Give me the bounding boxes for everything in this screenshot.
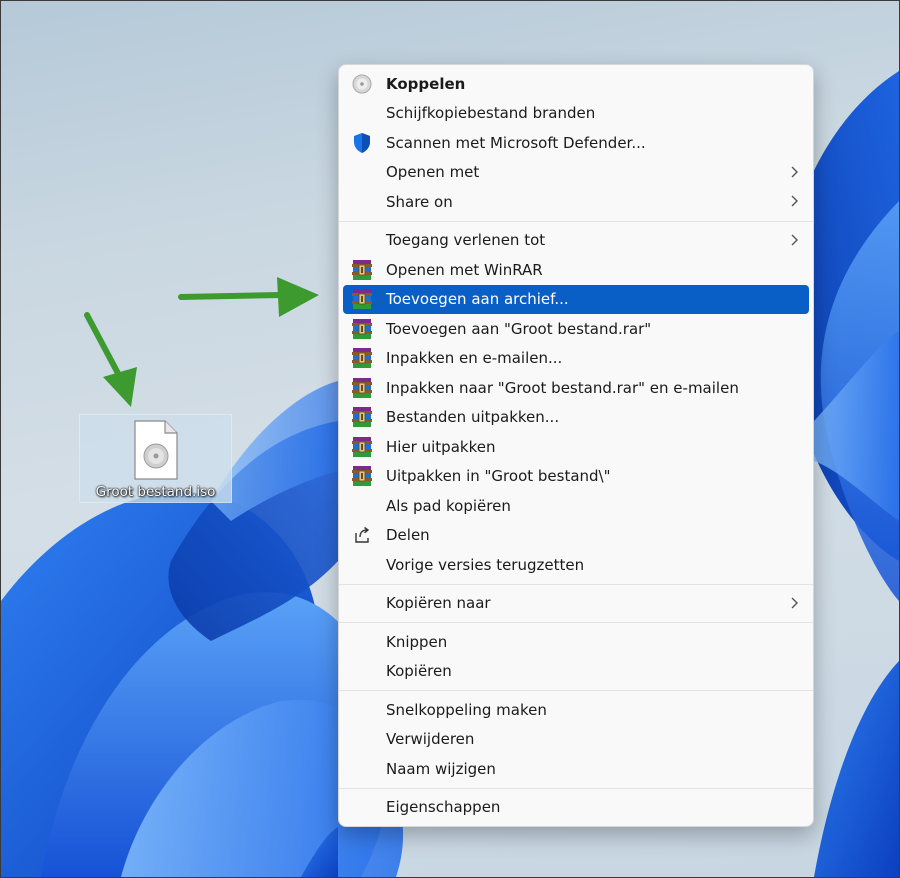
- winrar-icon: [351, 406, 373, 428]
- icon-placeholder: [351, 699, 373, 721]
- menu-item-knippen[interactable]: Knippen: [343, 627, 809, 657]
- menu-divider: [339, 220, 813, 222]
- menu-item-label: Delen: [386, 526, 430, 545]
- menu-item-label: Toevoegen aan archief...: [386, 290, 569, 309]
- menu-item-bestanden-uitpakken[interactable]: Bestanden uitpakken...: [343, 403, 809, 433]
- disc-image-file-icon: [134, 420, 178, 480]
- icon-placeholder: [351, 592, 373, 614]
- menu-item-kopieren-naar[interactable]: Kopiëren naar: [343, 589, 809, 619]
- menu-item-label: Verwijderen: [386, 730, 475, 749]
- chevron-right-icon: [791, 166, 798, 177]
- menu-section: Kopiëren naar: [339, 589, 813, 619]
- chevron-right-icon: [791, 597, 798, 608]
- icon-placeholder: [351, 796, 373, 818]
- menu-item-label: Toegang verlenen tot: [386, 231, 546, 250]
- menu-item-share-on[interactable]: Share on: [343, 187, 809, 217]
- menu-item-vorige-versies[interactable]: Vorige versies terugzetten: [343, 550, 809, 580]
- menu-item-als-pad-kopieren[interactable]: Als pad kopiëren: [343, 491, 809, 521]
- chevron-right-icon: [791, 195, 798, 207]
- annotation-arrow-right: [178, 277, 319, 317]
- menu-item-scannen-defender[interactable]: Scannen met Microsoft Defender...: [343, 128, 809, 158]
- icon-placeholder: [351, 229, 373, 251]
- icon-placeholder: [351, 102, 373, 124]
- menu-item-label: Vorige versies terugzetten: [386, 555, 585, 574]
- menu-item-verwijderen[interactable]: Verwijderen: [343, 725, 809, 755]
- winrar-icon: [351, 465, 373, 487]
- menu-item-toevoegen-rar[interactable]: Toevoegen aan "Groot bestand.rar": [343, 314, 809, 344]
- winrar-icon: [351, 436, 373, 458]
- desktop-file-label: Groot bestand.iso: [95, 484, 216, 500]
- menu-item-inpakken-mailen[interactable]: Inpakken en e-mailen...: [343, 344, 809, 374]
- menu-item-label: Naam wijzigen: [386, 759, 496, 778]
- menu-item-label: Toevoegen aan "Groot bestand.rar": [386, 319, 652, 338]
- context-menu: Koppelen Schijfkopiebestand branden Scanne…: [338, 64, 814, 827]
- menu-section: Koppelen Schijfkopiebestand branden Scanne…: [339, 65, 813, 217]
- icon-placeholder: [351, 660, 373, 682]
- menu-item-delen[interactable]: Delen: [343, 521, 809, 551]
- shield-icon: [351, 132, 373, 154]
- menu-section: Toegang verlenen tot Openen met WinRAR Toe…: [339, 226, 813, 580]
- menu-item-label: Scannen met Microsoft Defender...: [386, 133, 646, 152]
- menu-item-label: Openen met WinRAR: [386, 260, 543, 279]
- menu-item-label: Share on: [386, 192, 453, 211]
- menu-divider: [339, 690, 813, 691]
- share-icon: [351, 524, 373, 546]
- menu-item-openen-met[interactable]: Openen met: [343, 158, 809, 188]
- menu-item-label: Schijfkopiebestand branden: [386, 104, 596, 123]
- menu-item-label: Openen met: [386, 163, 480, 182]
- menu-section: Eigenschappen: [339, 793, 813, 823]
- menu-item-toevoegen-archief[interactable]: Toevoegen aan archief...: [343, 284, 809, 314]
- menu-item-toegang-verlenen[interactable]: Toegang verlenen tot: [343, 226, 809, 256]
- menu-item-koppelen[interactable]: Koppelen: [343, 69, 809, 99]
- icon-placeholder: [351, 631, 373, 653]
- menu-item-label: Uitpakken in "Groot bestand\": [386, 467, 611, 486]
- menu-item-label: Kopiëren naar: [386, 594, 491, 613]
- disc-icon: [351, 73, 373, 95]
- menu-section: Knippen Kopiëren: [339, 627, 813, 686]
- menu-item-label: Koppelen: [386, 74, 466, 93]
- icon-placeholder: [351, 495, 373, 517]
- winrar-icon: [351, 377, 373, 399]
- annotation-arrow-down: [84, 312, 137, 407]
- menu-item-schijfkopie-branden[interactable]: Schijfkopiebestand branden: [343, 99, 809, 129]
- menu-divider: [339, 622, 813, 623]
- menu-item-inpakken-rar-mailen[interactable]: Inpakken naar "Groot bestand.rar" en e-m…: [343, 373, 809, 403]
- chevron-right-icon: [791, 234, 798, 245]
- menu-divider: [339, 583, 813, 585]
- icon-placeholder: [351, 758, 373, 780]
- menu-item-label: Bestanden uitpakken...: [386, 408, 560, 427]
- menu-item-naam-wijzigen[interactable]: Naam wijzigen: [343, 754, 809, 784]
- menu-item-uitpakken-in[interactable]: Uitpakken in "Groot bestand\": [343, 462, 809, 492]
- menu-item-hier-uitpakken[interactable]: Hier uitpakken: [343, 432, 809, 462]
- icon-placeholder: [351, 728, 373, 750]
- icon-placeholder: [351, 191, 373, 213]
- menu-item-label: Als pad kopiëren: [386, 496, 511, 515]
- winrar-icon: [351, 318, 373, 340]
- menu-item-kopieren[interactable]: Kopiëren: [343, 657, 809, 687]
- menu-item-eigenschappen[interactable]: Eigenschappen: [343, 793, 809, 823]
- winrar-icon: [351, 259, 373, 281]
- icon-placeholder: [351, 161, 373, 183]
- menu-item-label: Inpakken en e-mailen...: [386, 349, 563, 368]
- menu-divider: [339, 787, 813, 789]
- desktop-file-groot-bestand[interactable]: Groot bestand.iso: [79, 414, 232, 503]
- menu-item-label: Eigenschappen: [386, 798, 501, 817]
- menu-item-label: Knippen: [386, 632, 448, 651]
- menu-item-openen-winrar[interactable]: Openen met WinRAR: [343, 255, 809, 285]
- menu-item-label: Kopiëren: [386, 662, 452, 681]
- menu-item-label: Inpakken naar "Groot bestand.rar" en e-m…: [386, 378, 739, 397]
- icon-placeholder: [351, 554, 373, 576]
- winrar-icon: [351, 347, 373, 369]
- screenshot-frame: Groot bestand.iso Koppelen Schijfkopiebes…: [0, 0, 900, 878]
- winrar-icon: [351, 288, 373, 310]
- menu-item-label: Snelkoppeling maken: [386, 700, 547, 719]
- menu-item-label: Hier uitpakken: [386, 437, 496, 456]
- menu-section: Snelkoppeling maken Verwijderen Naam wijzi…: [339, 695, 813, 784]
- menu-item-snelkoppeling[interactable]: Snelkoppeling maken: [343, 695, 809, 725]
